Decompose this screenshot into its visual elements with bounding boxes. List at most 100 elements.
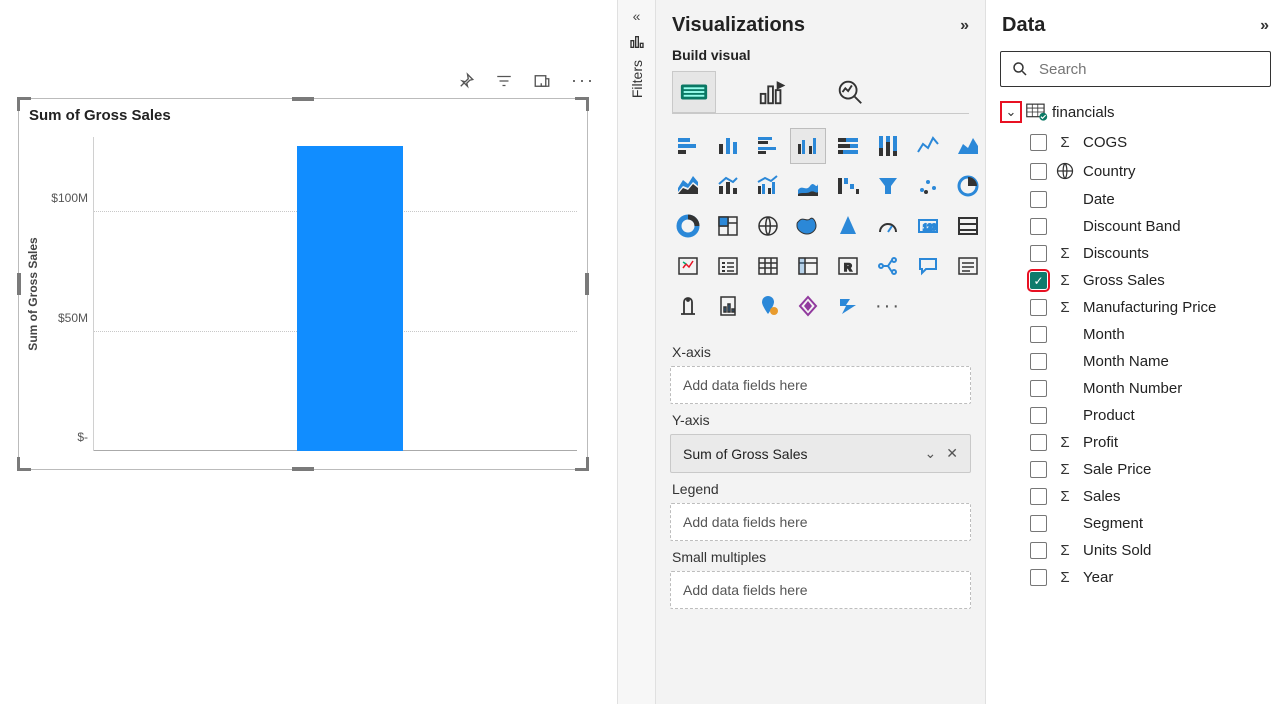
focus-mode-icon[interactable]: [533, 72, 551, 90]
resize-handle[interactable]: [575, 97, 589, 111]
search-box[interactable]: [1000, 51, 1271, 87]
map-icon[interactable]: [750, 208, 786, 244]
field-checkbox[interactable]: [1030, 488, 1047, 505]
get-more-visuals-icon[interactable]: ···: [870, 288, 906, 324]
field-row[interactable]: Discount Band: [1000, 213, 1271, 240]
field-row[interactable]: Segment: [1000, 510, 1271, 537]
line-chart-icon[interactable]: [910, 128, 946, 164]
collapse-pane-icon[interactable]: »: [1260, 17, 1269, 35]
qa-visual-icon[interactable]: [910, 248, 946, 284]
field-row[interactable]: Month Name: [1000, 348, 1271, 375]
x-axis-well[interactable]: Add data fields here: [670, 366, 971, 404]
field-row[interactable]: Sale Price: [1000, 456, 1271, 483]
waterfall-chart-icon[interactable]: [830, 168, 866, 204]
field-checkbox[interactable]: [1030, 163, 1047, 180]
field-checkbox[interactable]: [1030, 434, 1047, 451]
resize-handle[interactable]: [292, 467, 314, 471]
chart-visual[interactable]: Sum of Gross Sales Sum of Gross Sales $-…: [18, 98, 588, 470]
resize-handle[interactable]: [17, 97, 31, 111]
field-checkbox[interactable]: [1030, 515, 1047, 532]
power-apps-icon[interactable]: [790, 288, 826, 324]
field-checkbox[interactable]: [1030, 191, 1047, 208]
r-visual-icon[interactable]: R: [830, 248, 866, 284]
resize-handle[interactable]: [575, 457, 589, 471]
decomposition-tree-icon[interactable]: [870, 248, 906, 284]
tab-build-visual[interactable]: [672, 71, 716, 113]
line-stacked-column-icon[interactable]: [710, 168, 746, 204]
field-row[interactable]: Month: [1000, 321, 1271, 348]
tab-analytics[interactable]: [828, 71, 872, 113]
area-chart-icon[interactable]: [950, 128, 985, 164]
clustered-column-chart-icon[interactable]: [790, 128, 826, 164]
filled-map-icon[interactable]: [790, 208, 826, 244]
field-row[interactable]: Discounts: [1000, 240, 1271, 267]
field-row[interactable]: Sales: [1000, 483, 1271, 510]
field-row[interactable]: Profit: [1000, 429, 1271, 456]
field-row[interactable]: Manufacturing Price: [1000, 294, 1271, 321]
filters-label[interactable]: Filters: [629, 60, 645, 98]
multi-row-card-icon[interactable]: [950, 208, 985, 244]
field-row[interactable]: ✓Gross Sales: [1000, 267, 1271, 294]
chevron-down-icon[interactable]: ⌄: [925, 445, 937, 462]
line-clustered-column-icon[interactable]: [750, 168, 786, 204]
field-row[interactable]: Country: [1000, 156, 1271, 186]
matrix-icon[interactable]: [790, 248, 826, 284]
field-row[interactable]: Month Number: [1000, 375, 1271, 402]
field-checkbox[interactable]: [1030, 245, 1047, 262]
field-checkbox[interactable]: [1030, 461, 1047, 478]
gauge-icon[interactable]: [870, 208, 906, 244]
search-input[interactable]: [1037, 60, 1260, 79]
tab-format-visual[interactable]: [750, 71, 794, 113]
field-checkbox[interactable]: [1030, 326, 1047, 343]
field-row[interactable]: Date: [1000, 186, 1271, 213]
filter-icon[interactable]: [495, 72, 513, 90]
field-row[interactable]: COGS: [1000, 129, 1271, 156]
resize-handle[interactable]: [17, 273, 21, 295]
field-checkbox[interactable]: [1030, 542, 1047, 559]
arcgis-icon[interactable]: [750, 288, 786, 324]
remove-field-icon[interactable]: ✕: [946, 445, 958, 462]
legend-well[interactable]: Add data fields here: [670, 503, 971, 541]
field-checkbox[interactable]: [1030, 299, 1047, 316]
clustered-bar-chart-icon[interactable]: [750, 128, 786, 164]
kpi-icon[interactable]: [670, 248, 706, 284]
field-checkbox[interactable]: ✓: [1030, 272, 1047, 289]
resize-handle[interactable]: [292, 97, 314, 101]
stacked-column-chart-icon[interactable]: [710, 128, 746, 164]
table-node[interactable]: ⌄ financials: [986, 97, 1285, 129]
field-checkbox[interactable]: [1030, 218, 1047, 235]
y-axis-well[interactable]: Sum of Gross Sales ⌄ ✕: [670, 434, 971, 473]
paginated-report-icon[interactable]: [710, 288, 746, 324]
scatter-chart-icon[interactable]: [910, 168, 946, 204]
resize-handle[interactable]: [17, 457, 31, 471]
field-row[interactable]: Product: [1000, 402, 1271, 429]
funnel-chart-icon[interactable]: [870, 168, 906, 204]
field-checkbox[interactable]: [1030, 407, 1047, 424]
field-checkbox[interactable]: [1030, 569, 1047, 586]
pie-chart-icon[interactable]: [950, 168, 985, 204]
narrative-icon[interactable]: [950, 248, 985, 284]
expand-filters-icon[interactable]: «: [633, 8, 641, 24]
collapse-table-icon[interactable]: ⌄: [1000, 101, 1022, 123]
ribbon-chart-icon[interactable]: [790, 168, 826, 204]
resize-handle[interactable]: [585, 273, 589, 295]
collapse-pane-icon[interactable]: »: [960, 17, 969, 35]
table-icon[interactable]: [750, 248, 786, 284]
field-row[interactable]: Year: [1000, 564, 1271, 591]
more-options-icon[interactable]: ···: [571, 70, 595, 91]
donut-chart-icon[interactable]: [670, 208, 706, 244]
stacked-bar-chart-icon[interactable]: [670, 128, 706, 164]
treemap-icon[interactable]: [710, 208, 746, 244]
field-row[interactable]: Units Sold: [1000, 537, 1271, 564]
field-checkbox[interactable]: [1030, 134, 1047, 151]
power-automate-icon[interactable]: [830, 288, 866, 324]
goals-icon[interactable]: [670, 288, 706, 324]
field-checkbox[interactable]: [1030, 380, 1047, 397]
hundred-stacked-column-icon[interactable]: [870, 128, 906, 164]
hundred-stacked-bar-icon[interactable]: [830, 128, 866, 164]
azure-map-icon[interactable]: [830, 208, 866, 244]
field-checkbox[interactable]: [1030, 353, 1047, 370]
slicer-icon[interactable]: [710, 248, 746, 284]
card-icon[interactable]: 123: [910, 208, 946, 244]
stacked-area-chart-icon[interactable]: [670, 168, 706, 204]
